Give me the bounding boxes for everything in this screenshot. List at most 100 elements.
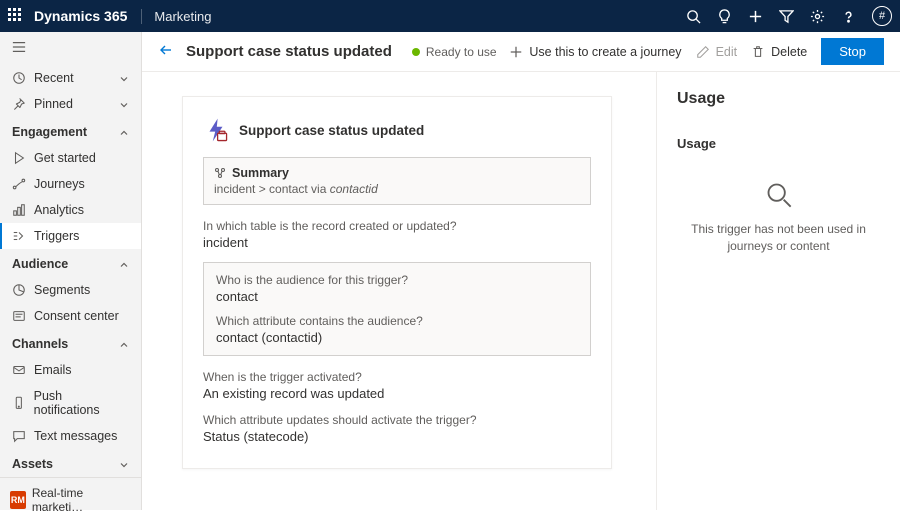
- summary-heading: Summary: [214, 166, 580, 180]
- audience-box: Who is the audience for this trigger? co…: [203, 262, 591, 356]
- q-table-label: In which table is the record created or …: [203, 219, 591, 233]
- nav-label: Segments: [34, 283, 90, 297]
- command-bar: Support case status updated Ready to use…: [142, 32, 900, 72]
- nav-section-engagement[interactable]: Engagement: [0, 117, 141, 145]
- status-dot-icon: [412, 48, 420, 56]
- usage-empty-state: This trigger has not been used in journe…: [677, 181, 880, 255]
- global-nav: Dynamics 365 Marketing #: [0, 0, 900, 32]
- nav-section-audience[interactable]: Audience: [0, 249, 141, 277]
- pencil-icon: [696, 45, 710, 59]
- chevron-down-icon: [119, 99, 129, 109]
- usage-title: Usage: [677, 90, 880, 108]
- delete-button[interactable]: Delete: [751, 45, 807, 59]
- chevron-down-icon: [119, 73, 129, 83]
- nav-recent[interactable]: Recent: [0, 65, 141, 91]
- nav-pinned[interactable]: Pinned: [0, 91, 141, 117]
- nav-label: Text messages: [34, 429, 117, 443]
- section-label: Assets: [12, 457, 53, 471]
- link-icon: [214, 167, 226, 179]
- nav-segments[interactable]: Segments: [0, 277, 141, 303]
- card-header: Support case status updated: [203, 117, 591, 143]
- help-icon[interactable]: [841, 9, 856, 24]
- a-audience-value: contact: [216, 289, 578, 304]
- a-attr-activate-value: Status (statecode): [203, 429, 591, 444]
- q-attr-activate-label: Which attribute updates should activate …: [203, 413, 591, 427]
- q-when-label: When is the trigger activated?: [203, 370, 591, 384]
- nav-consent-center[interactable]: Consent center: [0, 303, 141, 329]
- nav-label: Pinned: [34, 97, 73, 111]
- sidebar: Recent Pinned Engagement Get started Jou…: [0, 32, 142, 510]
- area-switcher[interactable]: RM Real-time marketi…: [0, 477, 141, 522]
- usage-empty-text: This trigger has not been used in journe…: [677, 221, 880, 255]
- nav-push[interactable]: Push notifications: [0, 383, 141, 423]
- user-avatar[interactable]: #: [872, 6, 892, 26]
- pin-icon: [12, 97, 26, 111]
- section-label: Engagement: [12, 125, 87, 139]
- trigger-icon: [12, 229, 26, 243]
- nav-section-channels[interactable]: Channels: [0, 329, 141, 357]
- search-icon: [765, 181, 793, 209]
- nav-get-started[interactable]: Get started: [0, 145, 141, 171]
- summary-path: incident > contact via contactid: [214, 182, 580, 196]
- chevron-down-icon: [119, 459, 129, 469]
- chevron-up-icon: [119, 339, 129, 349]
- app-name: Marketing: [141, 9, 211, 24]
- nav-label: Get started: [34, 151, 96, 165]
- cmd-label: Delete: [771, 45, 807, 59]
- nav-triggers[interactable]: Triggers: [0, 223, 141, 249]
- cmd-label: Edit: [716, 45, 738, 59]
- nav-label: Analytics: [34, 203, 84, 217]
- search-icon[interactable]: [686, 9, 701, 24]
- brand-name: Dynamics 365: [34, 8, 127, 24]
- nav-section-assets[interactable]: Assets: [0, 449, 141, 477]
- command-bar-actions: Use this to create a journey Edit Delete…: [509, 38, 884, 65]
- nav-analytics[interactable]: Analytics: [0, 197, 141, 223]
- cmd-label: Use this to create a journey: [529, 45, 681, 59]
- chat-icon: [12, 429, 26, 443]
- filter-icon[interactable]: [779, 9, 794, 24]
- use-to-create-journey-button[interactable]: Use this to create a journey: [509, 45, 681, 59]
- stop-button[interactable]: Stop: [821, 38, 884, 65]
- q-audience-label: Who is the audience for this trigger?: [216, 273, 578, 287]
- nav-label: Push notifications: [34, 389, 129, 417]
- card-title: Support case status updated: [239, 123, 424, 138]
- nav-label: Consent center: [34, 309, 119, 323]
- content-main: Support case status updated Summary inci…: [142, 72, 656, 510]
- status-indicator: Ready to use: [412, 45, 497, 59]
- chevron-up-icon: [119, 127, 129, 137]
- topbar-right: #: [686, 6, 892, 26]
- back-button[interactable]: [158, 42, 174, 61]
- trigger-summary-card: Support case status updated Summary inci…: [182, 96, 612, 469]
- clock-icon: [12, 71, 26, 85]
- mail-icon: [12, 363, 26, 377]
- sidebar-toggle[interactable]: [0, 32, 141, 65]
- trash-icon: [751, 45, 765, 59]
- nav-label: Emails: [34, 363, 72, 377]
- topbar-left: Dynamics 365 Marketing: [8, 8, 211, 24]
- nav-label: Recent: [34, 71, 74, 85]
- usage-pane: Usage Usage This trigger has not been us…: [656, 72, 900, 510]
- app-launcher-icon[interactable]: [8, 8, 24, 24]
- journey-icon: [12, 177, 26, 191]
- lightbulb-icon[interactable]: [717, 9, 732, 24]
- chart-icon: [12, 203, 26, 217]
- plus-icon: [509, 45, 523, 59]
- nav-text[interactable]: Text messages: [0, 423, 141, 449]
- chevron-up-icon: [119, 259, 129, 269]
- gear-icon[interactable]: [810, 9, 825, 24]
- plus-icon[interactable]: [748, 9, 763, 24]
- section-label: Audience: [12, 257, 68, 271]
- edit-button[interactable]: Edit: [696, 45, 738, 59]
- a-table-value: incident: [203, 235, 591, 250]
- summary-box: Summary incident > contact via contactid: [203, 157, 591, 205]
- status-text: Ready to use: [426, 45, 497, 59]
- main-area: Support case status updated Ready to use…: [142, 32, 900, 510]
- summary-label: Summary: [232, 166, 289, 180]
- nav-label: Journeys: [34, 177, 85, 191]
- nav-emails[interactable]: Emails: [0, 357, 141, 383]
- trigger-bolt-icon: [203, 117, 229, 143]
- area-badge: RM: [10, 491, 26, 509]
- segments-icon: [12, 283, 26, 297]
- play-icon: [12, 151, 26, 165]
- nav-journeys[interactable]: Journeys: [0, 171, 141, 197]
